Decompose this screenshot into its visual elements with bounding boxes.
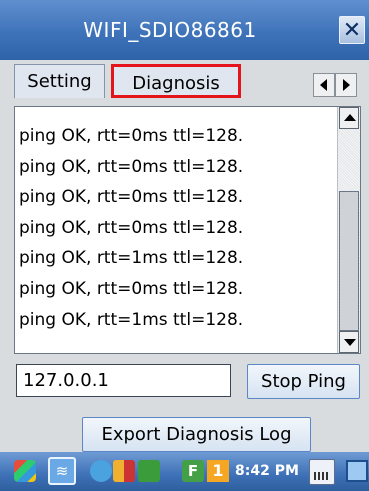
wifi-icon[interactable]: ≋ [48,457,76,485]
scroll-down-button[interactable] [339,331,359,353]
stop-ping-button[interactable]: Stop Ping [247,364,360,399]
export-diagnosis-log-button[interactable]: Export Diagnosis Log [82,417,311,452]
f-icon[interactable]: F [182,460,204,482]
main-content: Setting Diagnosis ping OK, rtt=0ms ttl=1… [0,60,369,452]
power-icon[interactable] [138,460,160,482]
log-line: ping OK, rtt=0ms ttl=128. [19,187,244,208]
tab-diagnosis[interactable]: Diagnosis [111,64,241,98]
diagnosis-log[interactable]: ping OK, rtt=0ms ttl=128. ping OK, rtt=0… [14,106,361,354]
title-bar: WIFI_SDIO86861 ✕ [0,0,369,60]
taskbar: ≋ F 1 8:42 PM [0,452,369,491]
scroll-thumb[interactable] [339,191,359,331]
clock[interactable]: 8:42 PM [235,452,299,491]
arrow-left-icon [320,79,327,91]
log-line: ping OK, rtt=0ms ttl=128. [19,278,244,299]
close-button[interactable]: ✕ [339,16,365,44]
scroll-up-button[interactable] [339,107,359,129]
start-icon[interactable] [14,460,36,482]
log-scrollbar[interactable] [337,107,360,353]
window-title: WIFI_SDIO86861 [83,18,257,42]
desktop-icon[interactable] [346,460,368,482]
bluetooth-icon[interactable] [113,460,135,482]
tab-setting[interactable]: Setting [14,64,105,98]
arrow-up-icon [344,114,356,121]
log-line: ping OK, rtt=0ms ttl=128. [19,217,244,238]
arrow-right-icon [343,79,350,91]
ping-address-input[interactable] [16,364,231,397]
log-line: ping OK, rtt=1ms ttl=128. [19,248,244,269]
tab-scroll-left-button[interactable] [313,73,335,97]
notification-count-icon[interactable]: 1 [207,460,229,482]
network-icon[interactable] [90,460,112,482]
log-lines: ping OK, rtt=0ms ttl=128. ping OK, rtt=0… [19,121,243,335]
log-line: ping OK, rtt=0ms ttl=128. [19,156,244,177]
log-line: ping OK, rtt=1ms ttl=128. [19,309,244,330]
tab-scroll-right-button[interactable] [335,73,357,97]
arrow-down-icon [344,339,356,346]
keyboard-icon[interactable] [309,459,335,485]
log-line: ping OK, rtt=0ms ttl=128. [19,126,244,146]
